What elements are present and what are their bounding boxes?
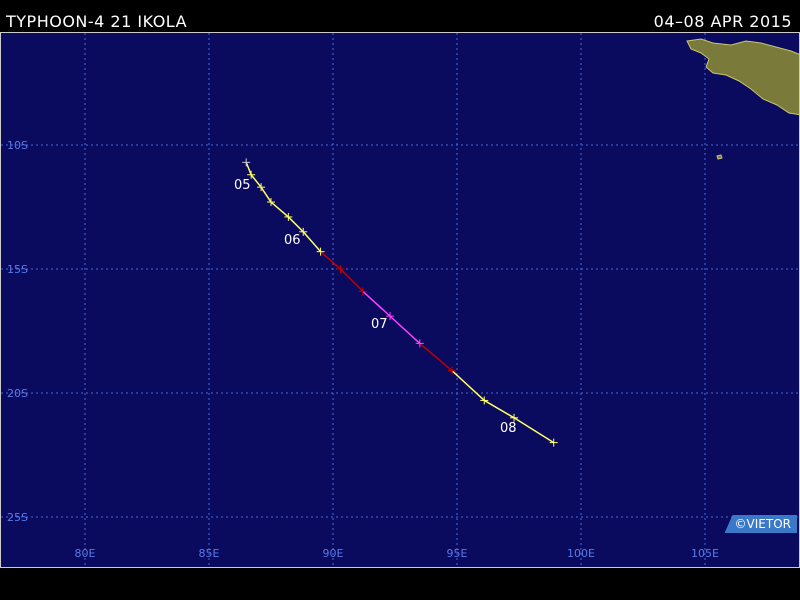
lon-label-90e: 90E	[323, 547, 344, 560]
track-segment	[320, 251, 341, 270]
day-label-08: 08	[500, 421, 517, 436]
day-label-05: 05	[234, 178, 251, 193]
track-segment	[250, 174, 262, 188]
storm-track	[242, 158, 558, 447]
header: TYPHOON-4 21 IKOLA 04–08 APR 2015	[0, 0, 800, 32]
date-range: 04–08 APR 2015	[653, 12, 792, 31]
track-segment	[302, 231, 322, 253]
lon-label-85e: 85E	[199, 547, 220, 560]
day-label-07: 07	[371, 317, 388, 332]
track-point	[549, 438, 558, 447]
track-segment	[260, 186, 272, 203]
track-segment	[389, 315, 421, 344]
track-segment	[451, 370, 485, 401]
day-label-06: 06	[284, 233, 301, 248]
lat-label-15s: 15S	[7, 263, 28, 276]
map-canvas: 10S 15S 20S 25S 80E 85E 90E 95E 100E 105…	[1, 33, 799, 567]
track-segment	[419, 342, 453, 372]
lon-label-80e: 80E	[75, 547, 96, 560]
lat-label-25s: 25S	[7, 511, 28, 524]
grid-lines	[1, 33, 799, 567]
footer-bar	[0, 568, 800, 600]
storm-title: TYPHOON-4 21 IKOLA	[6, 12, 188, 31]
latitude-labels: 10S 15S 20S 25S	[7, 139, 28, 524]
longitude-labels: 80E 85E 90E 95E 100E 105E	[75, 547, 719, 560]
track-segment	[270, 201, 289, 218]
land-sumatra-java	[686, 38, 799, 160]
land-java-coast	[686, 38, 799, 116]
track-segment	[513, 417, 555, 444]
credit-badge: ©VIETOR	[724, 515, 797, 533]
track-segment	[483, 399, 515, 419]
track-segment	[362, 290, 391, 317]
track-segment	[339, 268, 364, 292]
lon-label-100e: 100E	[567, 547, 595, 560]
lat-label-10s: 10S	[7, 139, 28, 152]
day-labels: 05 06 07 08	[234, 178, 517, 436]
lon-label-105e: 105E	[691, 547, 719, 560]
track-segment	[245, 162, 252, 176]
track-segment	[287, 216, 304, 233]
lat-label-20s: 20S	[7, 387, 28, 400]
track-point	[242, 158, 251, 167]
land-islet	[716, 154, 723, 160]
lon-label-95e: 95E	[447, 547, 468, 560]
map: 10S 15S 20S 25S 80E 85E 90E 95E 100E 105…	[0, 32, 800, 568]
